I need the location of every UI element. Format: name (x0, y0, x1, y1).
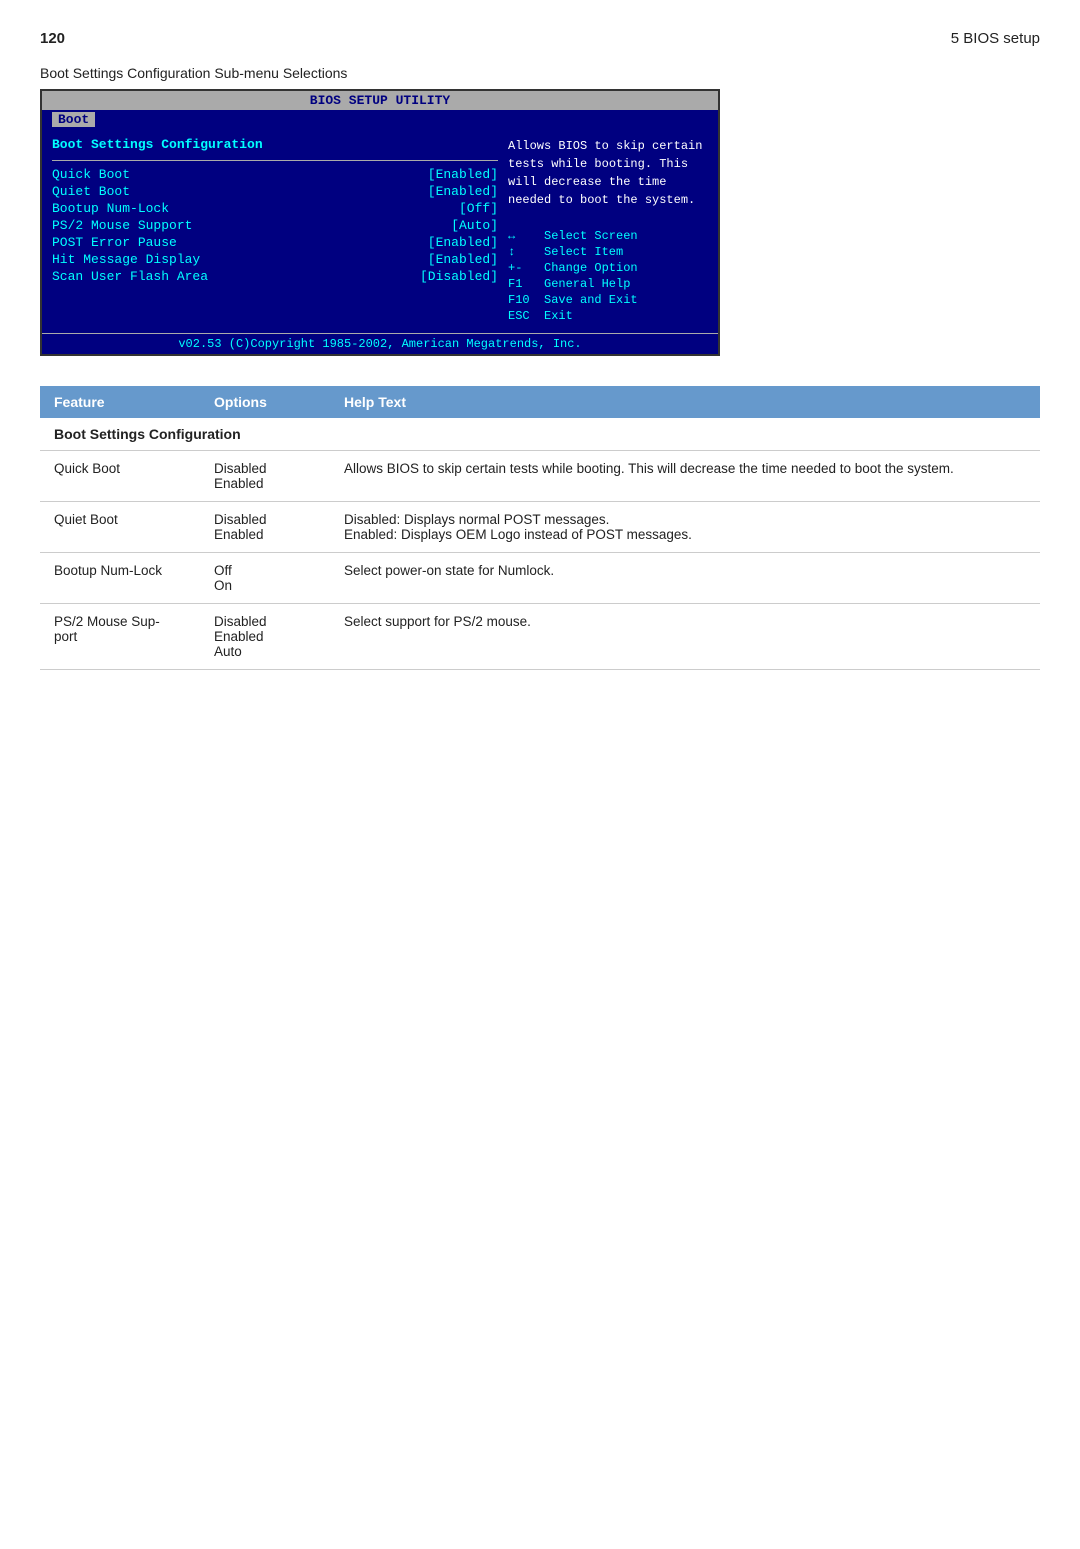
bios-row: Quick Boot [Enabled] (52, 167, 498, 182)
help-cell: Select support for PS/2 mouse. (330, 604, 1040, 670)
hotkey-key: ↕ (508, 245, 536, 259)
bios-row-label: Quiet Boot (52, 184, 130, 199)
section-row-label: Boot Settings Configuration (40, 418, 1040, 451)
feature-cell: Quick Boot (40, 451, 200, 502)
bios-hotkey-row: F1 General Help (508, 277, 708, 291)
hotkey-key: +- (508, 261, 536, 275)
hotkey-desc: Change Option (544, 261, 638, 275)
section-title: Boot Settings Configuration Sub-menu Sel… (40, 65, 1040, 81)
table-row: Bootup Num-LockOffOnSelect power-on stat… (40, 553, 1040, 604)
info-table: FeatureOptionsHelp Text Boot Settings Co… (40, 386, 1040, 670)
options-cell: DisabledEnabled (200, 451, 330, 502)
table-row: Quick BootDisabledEnabledAllows BIOS to … (40, 451, 1040, 502)
bios-footer: v02.53 (C)Copyright 1985-2002, American … (42, 333, 718, 354)
hotkey-desc: Select Screen (544, 229, 638, 243)
bios-row: Hit Message Display [Enabled] (52, 252, 498, 267)
options-cell: DisabledEnabled (200, 502, 330, 553)
bios-hotkey-row: ESC Exit (508, 309, 708, 323)
help-cell: Select power-on state for Numlock. (330, 553, 1040, 604)
bios-hotkey-row: ↕ Select Item (508, 245, 708, 259)
hotkey-key: ESC (508, 309, 536, 323)
bios-hotkey-row: ↔ Select Screen (508, 229, 708, 243)
bios-row: Scan User Flash Area [Disabled] (52, 269, 498, 284)
bios-help-text: Allows BIOS to skip certain tests while … (508, 137, 708, 209)
hotkey-key: F10 (508, 293, 536, 307)
bios-active-tab: Boot (52, 112, 95, 127)
bios-row-value: [Enabled] (428, 252, 498, 267)
page-header: 120 5 BIOS setup (40, 30, 1040, 47)
feature-cell: Quiet Boot (40, 502, 200, 553)
bios-rows: Quick Boot [Enabled] Quiet Boot [Enabled] Bo… (52, 167, 498, 284)
options-cell: OffOn (200, 553, 330, 604)
table-col-header: Help Text (330, 386, 1040, 418)
bios-row-value: [Disabled] (420, 269, 498, 284)
bios-hotkeys: ↔ Select Screen ↕ Select Item +- Change Optio… (508, 229, 708, 323)
bios-row-label: PS/2 Mouse Support (52, 218, 192, 233)
hotkey-key: ↔ (508, 229, 536, 243)
bios-title-bar: BIOS SETUP UTILITY (42, 91, 718, 110)
bios-row-value: [Auto] (451, 218, 498, 233)
bios-row: PS/2 Mouse Support [Auto] (52, 218, 498, 233)
chapter-title: 5 BIOS setup (951, 30, 1040, 47)
table-row: PS/2 Mouse Sup-portDisabledEnabledAutoSe… (40, 604, 1040, 670)
bios-row-label: Scan User Flash Area (52, 269, 208, 284)
bios-hotkey-row: F10 Save and Exit (508, 293, 708, 307)
table-header: FeatureOptionsHelp Text (40, 386, 1040, 418)
table-col-header: Feature (40, 386, 200, 418)
bios-row: Bootup Num-Lock [Off] (52, 201, 498, 216)
bios-row-value: [Enabled] (428, 184, 498, 199)
bios-row-label: Hit Message Display (52, 252, 200, 267)
bios-body: Boot Settings Configuration Quick Boot [E… (42, 129, 718, 333)
bios-row-value: [Enabled] (428, 235, 498, 250)
help-cell: Allows BIOS to skip certain tests while … (330, 451, 1040, 502)
bios-menu-bar: Boot (42, 110, 718, 129)
page-number: 120 (40, 30, 65, 47)
hotkey-desc: General Help (544, 277, 630, 291)
bios-row: POST Error Pause [Enabled] (52, 235, 498, 250)
hotkey-desc: Select Item (544, 245, 623, 259)
help-cell: Disabled: Displays normal POST messages.… (330, 502, 1040, 553)
bios-screenshot: BIOS SETUP UTILITY Boot Boot Settings Co… (40, 89, 720, 356)
options-cell: DisabledEnabledAuto (200, 604, 330, 670)
bios-right-panel: Allows BIOS to skip certain tests while … (508, 137, 708, 325)
bios-row-label: POST Error Pause (52, 235, 177, 250)
hotkey-desc: Save and Exit (544, 293, 638, 307)
bios-hotkey-row: +- Change Option (508, 261, 708, 275)
table-header-row: FeatureOptionsHelp Text (40, 386, 1040, 418)
bios-row-value: [Enabled] (428, 167, 498, 182)
hotkey-desc: Exit (544, 309, 573, 323)
bios-row-value: [Off] (459, 201, 498, 216)
table-section-row: Boot Settings Configuration (40, 418, 1040, 451)
bios-left-panel: Boot Settings Configuration Quick Boot [E… (52, 137, 498, 325)
table-row: Quiet BootDisabledEnabledDisabled: Displ… (40, 502, 1040, 553)
feature-cell: Bootup Num-Lock (40, 553, 200, 604)
table-body: Boot Settings ConfigurationQuick BootDis… (40, 418, 1040, 670)
feature-cell: PS/2 Mouse Sup-port (40, 604, 200, 670)
table-col-header: Options (200, 386, 330, 418)
bios-row-label: Bootup Num-Lock (52, 201, 169, 216)
bios-row-label: Quick Boot (52, 167, 130, 182)
bios-section-header: Boot Settings Configuration (52, 137, 498, 152)
bios-row: Quiet Boot [Enabled] (52, 184, 498, 199)
hotkey-key: F1 (508, 277, 536, 291)
